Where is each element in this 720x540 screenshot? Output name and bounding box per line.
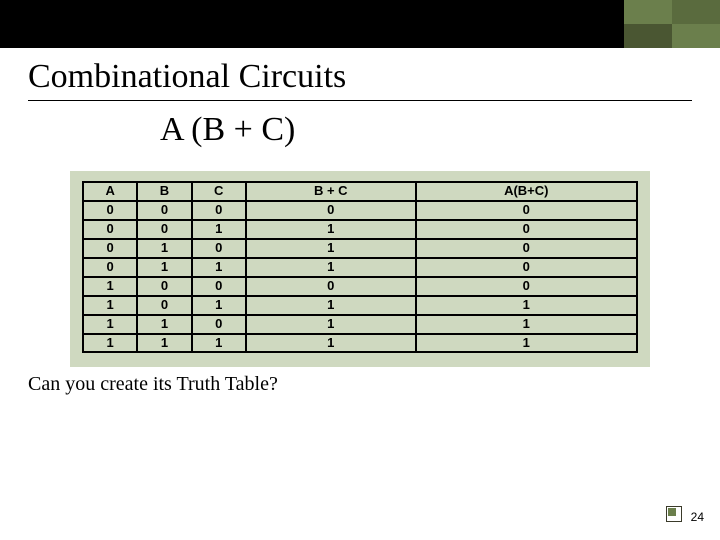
corner-squares <box>624 0 720 48</box>
table-row: 10000 <box>83 277 637 296</box>
col-header: A(B+C) <box>416 182 637 201</box>
table-cell: 1 <box>137 239 191 258</box>
table-cell: 0 <box>83 258 137 277</box>
col-header: A <box>83 182 137 201</box>
corner-ornament <box>666 506 680 520</box>
table-row: 11111 <box>83 334 637 353</box>
table-cell: 1 <box>416 296 637 315</box>
table-cell: 0 <box>246 277 416 296</box>
table-cell: 1 <box>246 258 416 277</box>
table-cell: 0 <box>192 201 246 220</box>
table-cell: 1 <box>137 334 191 353</box>
table-cell: 0 <box>137 277 191 296</box>
col-header: C <box>192 182 246 201</box>
page-number: 24 <box>691 510 704 524</box>
table-cell: 1 <box>416 315 637 334</box>
table-cell: 1 <box>192 220 246 239</box>
table-cell: 1 <box>246 220 416 239</box>
table-cell: 1 <box>137 315 191 334</box>
table-cell: 0 <box>137 220 191 239</box>
page-title: Combinational Circuits <box>28 58 692 96</box>
table-cell: 0 <box>416 201 637 220</box>
table-cell: 1 <box>192 258 246 277</box>
col-header: B + C <box>246 182 416 201</box>
truth-table: A B C B + C A(B+C) 000000011001010011101… <box>82 181 638 353</box>
table-cell: 1 <box>246 315 416 334</box>
table-cell: 0 <box>137 296 191 315</box>
table-row: 00110 <box>83 220 637 239</box>
caption-text: Can you create its Truth Table? <box>28 373 692 396</box>
title-underline <box>28 100 692 101</box>
top-decoration-band <box>0 0 720 48</box>
table-row: 01010 <box>83 239 637 258</box>
table-cell: 0 <box>83 220 137 239</box>
boolean-expression: A (B + C) <box>160 111 720 149</box>
truth-table-container: A B C B + C A(B+C) 000000011001010011101… <box>70 171 650 367</box>
table-cell: 1 <box>192 334 246 353</box>
table-cell: 0 <box>416 220 637 239</box>
table-cell: 1 <box>416 334 637 353</box>
deco-square <box>624 0 672 24</box>
table-row: 01110 <box>83 258 637 277</box>
table-cell: 0 <box>83 239 137 258</box>
table-cell: 1 <box>83 334 137 353</box>
table-cell: 0 <box>416 239 637 258</box>
table-cell: 0 <box>192 277 246 296</box>
table-cell: 1 <box>83 315 137 334</box>
table-row: 11011 <box>83 315 637 334</box>
table-cell: 1 <box>246 296 416 315</box>
table-cell: 0 <box>137 201 191 220</box>
table-cell: 1 <box>83 277 137 296</box>
deco-square <box>672 24 720 48</box>
deco-square <box>624 24 672 48</box>
table-cell: 0 <box>192 315 246 334</box>
table-header-row: A B C B + C A(B+C) <box>83 182 637 201</box>
deco-square <box>672 0 720 24</box>
table-cell: 1 <box>246 239 416 258</box>
table-cell: 0 <box>416 258 637 277</box>
table-cell: 0 <box>192 239 246 258</box>
table-cell: 1 <box>246 334 416 353</box>
table-cell: 0 <box>416 277 637 296</box>
table-row: 00000 <box>83 201 637 220</box>
table-cell: 0 <box>83 201 137 220</box>
table-cell: 1 <box>83 296 137 315</box>
table-cell: 1 <box>137 258 191 277</box>
table-cell: 1 <box>192 296 246 315</box>
table-cell: 0 <box>246 201 416 220</box>
table-row: 10111 <box>83 296 637 315</box>
col-header: B <box>137 182 191 201</box>
title-block: Combinational Circuits <box>28 58 692 101</box>
